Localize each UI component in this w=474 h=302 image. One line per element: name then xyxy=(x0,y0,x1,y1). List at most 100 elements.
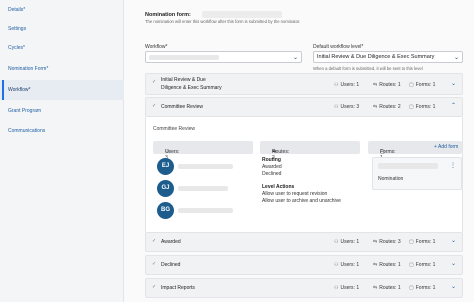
users-count: ⚇ Users: 3 xyxy=(334,104,359,110)
forms-label: Forms: 1 xyxy=(415,285,436,291)
level-row-initial-review[interactable]: ✓ Initial Review & Due Diligence & Exec … xyxy=(145,73,463,95)
check-icon: ✓ xyxy=(152,238,157,244)
level-action-item: Allow user to request revision xyxy=(262,191,328,197)
routes-count: ⇆ Routes: 1 xyxy=(373,82,401,88)
workflow-select-value-redacted xyxy=(149,55,219,60)
add-form-button[interactable]: + Add form xyxy=(434,144,458,150)
routes-label: Routes: 1 xyxy=(379,82,401,88)
check-icon: ✓ xyxy=(152,284,157,290)
chevron-down-icon[interactable]: ⌄ xyxy=(451,80,456,87)
users-label: Users: 1 xyxy=(340,262,360,268)
sidebar-item-settings[interactable]: Settings xyxy=(8,26,26,32)
avatar[interactable]: BG xyxy=(157,202,174,219)
sidebar-item-nomination-form[interactable]: Nomination Form* xyxy=(8,66,48,72)
sidebar-item-workflow[interactable]: Workflow* xyxy=(8,87,30,93)
more-options-icon[interactable]: ⋮ xyxy=(450,162,456,169)
check-icon: ✓ xyxy=(152,103,157,109)
users-label: Users: 1 xyxy=(340,82,360,88)
routes-count: ⇆ Routes: 1 xyxy=(373,262,401,268)
chevron-down-icon[interactable]: ⌄ xyxy=(451,283,456,290)
sidebar-item-communications[interactable]: Communications xyxy=(8,128,45,134)
committee-review-panel: Committee Review ⚇ Users: 3 ⇆ Routes: 2 … xyxy=(145,117,463,232)
users-count: ⚇ Users: 1 xyxy=(334,285,359,291)
users-count: ⚇ Users: 1 xyxy=(334,239,359,245)
users-label: Users: 3 xyxy=(340,104,360,110)
forms-icon: ▢ xyxy=(409,239,414,245)
user-name-redacted xyxy=(178,186,228,191)
forms-count: ▢ Forms: 1 xyxy=(409,262,435,268)
routes-count: ⇆ Routes: 3 xyxy=(373,239,401,245)
routes-icon: ⇆ xyxy=(373,104,378,110)
default-level-hint: When a default form is submitted, it wil… xyxy=(313,66,423,71)
routes-count: ⇆ Routes: 1 xyxy=(373,285,401,291)
users-icon: ⚇ xyxy=(334,104,339,110)
level-row-awarded[interactable]: ✓ Awarded ⚇ Users: 1 ⇆ Routes: 3 ▢ Forms: 1… xyxy=(145,232,463,252)
form-title-redacted xyxy=(378,163,438,169)
users-label: Users: 1 xyxy=(340,285,360,291)
workflow-label: Workflow* xyxy=(145,44,168,50)
avatar[interactable]: EJ xyxy=(157,158,174,175)
default-level-select[interactable]: Initial Review & Due Diligence & Exec Su… xyxy=(313,51,463,63)
users-icon: ⚇ xyxy=(334,285,339,291)
users-icon: ⚇ xyxy=(334,239,339,245)
default-level-label: Default workflow level* xyxy=(313,44,364,50)
level-row-committee-review[interactable]: ✓ Committee Review ⚇ Users: 3 ⇆ Routes: 2 … xyxy=(145,97,463,117)
forms-label: Forms: 1 xyxy=(415,239,436,245)
level-title: Initial Review & Due xyxy=(161,77,206,83)
routing-title: Routing xyxy=(262,157,281,163)
routing-item: Declined xyxy=(262,171,282,177)
routes-count: ⇆ Routes: 2 xyxy=(373,104,401,110)
routes-icon: ⇆ xyxy=(373,285,378,291)
routes-icon: ⇆ xyxy=(373,239,378,245)
forms-icon: ▢ xyxy=(409,82,414,88)
level-row-declined[interactable]: ✓ Declined ⚇ Users: 1 ⇆ Routes: 1 ▢ Forms: … xyxy=(145,255,463,275)
nomination-form-title: Nomination form: xyxy=(145,12,191,18)
chevron-down-icon: ⌄ xyxy=(453,55,459,61)
chevron-down-icon[interactable]: ⌄ xyxy=(451,260,456,267)
level-title-line2: Diligence & Exec Summary xyxy=(161,85,222,91)
forms-label: Forms: 1 xyxy=(415,104,436,110)
nomination-form-description: The nomination will enter this workflow … xyxy=(145,19,301,24)
users-column-header: ⚇ Users: 3 xyxy=(153,141,253,161)
forms-count: ▢ Forms: 1 xyxy=(409,82,435,88)
level-actions-title: Level Actions xyxy=(262,184,295,190)
sidebar-item-grant-program[interactable]: Grant Program xyxy=(8,108,41,114)
users-icon: ⚇ xyxy=(334,262,339,268)
forms-icon: ▢ xyxy=(409,262,414,268)
routes-label: Routes: 1 xyxy=(379,262,401,268)
main-content: Nomination form: The nomination will ent… xyxy=(124,0,474,302)
routes-icon: ⇆ xyxy=(373,262,378,268)
form-card[interactable]: ⋮ Nomination xyxy=(372,157,462,190)
routes-column-header: ⇆ Routes: 2 xyxy=(260,141,360,161)
forms-label: Forms: 1 xyxy=(415,82,436,88)
routes-icon: ⇆ xyxy=(373,82,378,88)
level-action-item: Allow user to archive and unarchive xyxy=(262,198,341,204)
users-count: ⚇ Users: 1 xyxy=(334,82,359,88)
workflow-select[interactable]: ⌄ xyxy=(145,51,302,63)
forms-count: ▢ Forms: 1 xyxy=(409,104,435,110)
routes-label: Routes: 1 xyxy=(379,285,401,291)
level-title: Declined xyxy=(161,262,181,268)
routes-label: Routes: 2 xyxy=(379,104,401,110)
forms-count: ▢ Forms: 1 xyxy=(409,239,435,245)
user-name-redacted xyxy=(178,208,233,213)
level-title: Impact Reports xyxy=(161,285,195,291)
chevron-up-icon[interactable]: ⌃ xyxy=(451,102,456,109)
sidebar-item-details[interactable]: Details* xyxy=(8,7,25,13)
sidebar-active-indicator xyxy=(2,80,4,100)
level-row-impact-reports[interactable]: ✓ Impact Reports ⚇ Users: 1 ⇆ Routes: 1 ▢ F… xyxy=(145,278,463,298)
users-icon: ⚇ xyxy=(334,82,339,88)
user-name-redacted xyxy=(178,164,233,169)
avatar[interactable]: GJ xyxy=(157,180,174,197)
default-level-value: Initial Review & Due Diligence & Exec Su… xyxy=(317,54,435,60)
sidebar: Details* Settings Cycles* Nomination For… xyxy=(0,0,124,302)
forms-icon: ▢ xyxy=(409,104,414,110)
chevron-down-icon[interactable]: ⌄ xyxy=(451,237,456,244)
forms-label: Forms: 1 xyxy=(415,262,436,268)
forms-icon: ▢ xyxy=(409,285,414,291)
routing-item: Awarded xyxy=(262,164,282,170)
users-count: ⚇ Users: 1 xyxy=(334,262,359,268)
sidebar-item-cycles[interactable]: Cycles* xyxy=(8,45,25,51)
check-icon: ✓ xyxy=(152,261,157,267)
chevron-down-icon: ⌄ xyxy=(292,55,298,61)
